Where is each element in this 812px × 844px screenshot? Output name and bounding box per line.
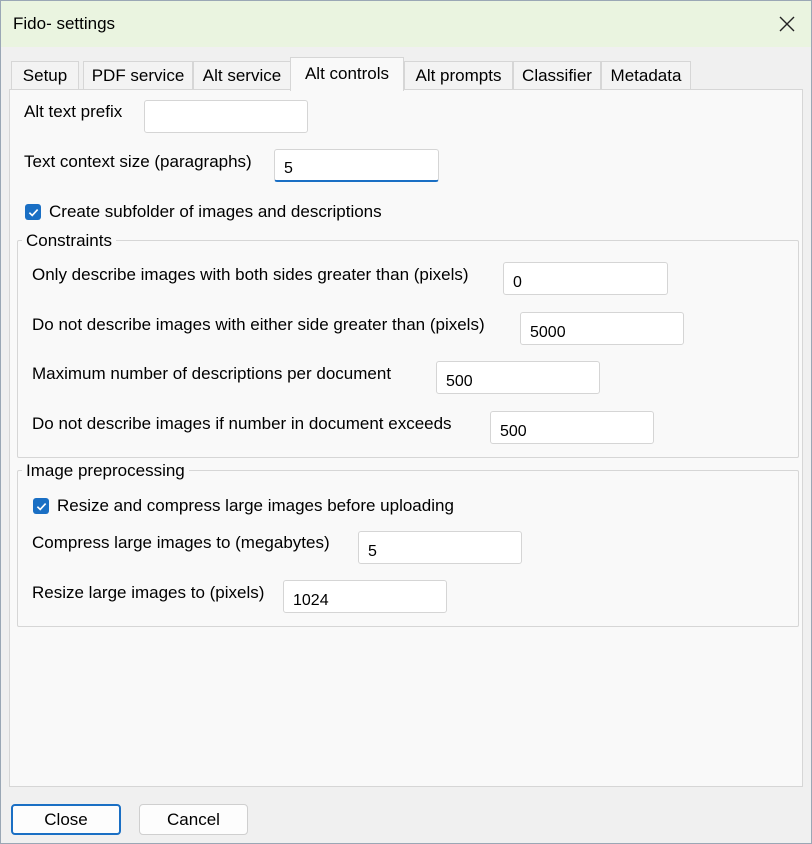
- close-button[interactable]: Close: [11, 804, 121, 835]
- max-descriptions-label: Maximum number of descriptions per docum…: [32, 364, 392, 383]
- max-images-input[interactable]: [490, 411, 654, 444]
- min-sides-label: Only describe images with both sides gre…: [32, 265, 469, 284]
- max-descriptions-input[interactable]: [436, 361, 600, 394]
- max-side-input[interactable]: [520, 312, 684, 345]
- resize-to-input[interactable]: [283, 580, 447, 613]
- tab-panel-alt-controls: Alt text prefix Text context size (parag…: [9, 89, 803, 787]
- window-title: Fido- settings: [13, 14, 116, 33]
- title-bar: Fido- settings: [1, 1, 811, 47]
- alt-text-prefix-label: Alt text prefix: [24, 102, 123, 121]
- tab-alt-prompts[interactable]: Alt prompts: [404, 61, 513, 90]
- resize-compress-label: Resize and compress large images before …: [57, 496, 454, 515]
- compress-to-label: Compress large images to (megabytes): [32, 533, 330, 552]
- create-subfolder-checkbox[interactable]: Create subfolder of images and descripti…: [25, 202, 382, 222]
- text-context-size-input[interactable]: [274, 149, 439, 182]
- checkmark-icon: [36, 502, 46, 511]
- max-images-label: Do not describe images if number in docu…: [32, 414, 452, 433]
- close-icon: [779, 16, 795, 32]
- alt-text-prefix-input[interactable]: [144, 100, 308, 133]
- max-side-label: Do not describe images with either side …: [32, 315, 485, 334]
- tab-alt-controls[interactable]: Alt controls: [290, 57, 404, 91]
- create-subfolder-label: Create subfolder of images and descripti…: [49, 202, 382, 221]
- constraints-group: Constraints Only describe images with bo…: [17, 231, 799, 458]
- tab-pdf-service[interactable]: PDF service: [83, 61, 193, 90]
- constraints-legend: Constraints: [22, 231, 116, 251]
- checkmark-icon: [28, 208, 38, 217]
- checkbox-checked: [33, 498, 49, 514]
- text-context-size-label: Text context size (paragraphs): [24, 152, 252, 171]
- tab-alt-service[interactable]: Alt service: [193, 61, 291, 90]
- settings-window: Fido- settings Setup PDF service Alt ser…: [0, 0, 812, 844]
- resize-to-label: Resize large images to (pixels): [32, 583, 265, 602]
- cancel-button[interactable]: Cancel: [139, 804, 248, 835]
- image-preprocessing-group: Image preprocessing Resize and compress …: [17, 461, 799, 627]
- tab-metadata[interactable]: Metadata: [601, 61, 691, 90]
- tab-setup[interactable]: Setup: [11, 61, 79, 90]
- resize-compress-checkbox[interactable]: Resize and compress large images before …: [33, 496, 454, 516]
- checkbox-checked: [25, 204, 41, 220]
- window-close-button[interactable]: [763, 1, 811, 47]
- min-sides-input[interactable]: [503, 262, 668, 295]
- image-preprocessing-legend: Image preprocessing: [22, 461, 189, 481]
- tab-classifier[interactable]: Classifier: [513, 61, 601, 90]
- compress-to-input[interactable]: [358, 531, 522, 564]
